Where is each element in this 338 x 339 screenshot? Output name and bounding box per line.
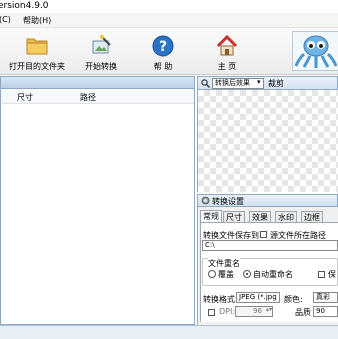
- file-list-header: 尺寸 路径: [1, 90, 194, 104]
- menu-item-help[interactable]: 帮助(H): [23, 15, 51, 26]
- status-bar: [0, 325, 338, 339]
- quality-label: 品质: [295, 308, 311, 317]
- menu-bar: (C) 帮助(H): [0, 13, 338, 28]
- overwrite-radio[interactable]: [208, 270, 216, 278]
- open-folder-label: 打开目的文件夹: [9, 62, 65, 71]
- toolbar: 打开目的文件夹 开始转换 ? 帮 助 主 页: [0, 28, 338, 75]
- gear-icon: [201, 196, 210, 205]
- auto-rename-label: 自动重命名: [253, 270, 293, 279]
- help-label: 帮 助: [153, 62, 173, 71]
- preview-canvas: [197, 90, 338, 192]
- quality-input[interactable]: 90: [313, 306, 338, 317]
- dpi-spin-icon[interactable]: ▴▾: [266, 306, 272, 313]
- svg-text:?: ?: [159, 39, 167, 55]
- dpi-value: 96: [253, 307, 262, 315]
- crop-tab[interactable]: 裁剪: [268, 78, 284, 89]
- format-label: 转换格式:: [203, 295, 238, 304]
- convert-wand-icon: [92, 35, 111, 54]
- help-button[interactable]: ? 帮 助: [143, 30, 183, 72]
- save-path-input[interactable]: C:\: [202, 240, 338, 251]
- zoom-icon: [201, 79, 210, 88]
- start-convert-label: 开始转换: [85, 62, 117, 71]
- quality-value: 90: [316, 307, 325, 315]
- rename-group-label: 文件重名: [208, 258, 240, 269]
- start-convert-button[interactable]: 开始转换: [80, 30, 122, 72]
- home-button[interactable]: 主 页: [206, 30, 248, 72]
- preview-mode-value: 转换后效果: [215, 79, 250, 87]
- window-title: ersion4.9.0: [0, 1, 49, 11]
- color-value: 真彩: [316, 293, 330, 301]
- keep-checkbox[interactable]: [318, 271, 325, 278]
- preview-toolbar: 转换后效果 ▾ 裁剪: [197, 76, 338, 90]
- dpi-label: DPI:: [219, 307, 236, 316]
- help-icon: ?: [152, 35, 174, 57]
- folder-icon: [26, 38, 48, 55]
- file-list-panel[interactable]: [0, 76, 195, 325]
- source-folder-checkbox[interactable]: [260, 231, 267, 238]
- dpi-checkbox[interactable]: [208, 309, 215, 316]
- menu-item-c[interactable]: (C): [0, 15, 11, 24]
- column-header-size[interactable]: 尺寸: [17, 92, 33, 103]
- color-label: 颜色:: [284, 295, 303, 304]
- home-label: 主 页: [217, 62, 237, 71]
- format-select[interactable]: JPEG (*.jpg: [236, 292, 280, 303]
- chevron-down-icon[interactable]: ▾: [257, 78, 261, 86]
- settings-title: 转换设置: [212, 197, 244, 206]
- keep-label: 保: [328, 270, 336, 279]
- file-list-titlebar: [0, 76, 195, 89]
- title-bar: ersion4.9.0: [0, 0, 338, 13]
- save-path-value: C:\: [205, 241, 215, 249]
- logo-mascot: [292, 31, 338, 71]
- column-header-path[interactable]: 路径: [80, 92, 96, 103]
- overwrite-label: 覆盖: [218, 270, 234, 279]
- octopus-logo-icon: [294, 35, 338, 68]
- settings-titlebar: 转换设置: [197, 194, 338, 207]
- auto-rename-radio[interactable]: [243, 270, 251, 278]
- color-select[interactable]: 真彩: [313, 292, 338, 303]
- format-value: JPEG (*.jpg: [239, 293, 277, 301]
- open-folder-button[interactable]: 打开目的文件夹: [6, 30, 68, 72]
- home-icon: [216, 35, 238, 56]
